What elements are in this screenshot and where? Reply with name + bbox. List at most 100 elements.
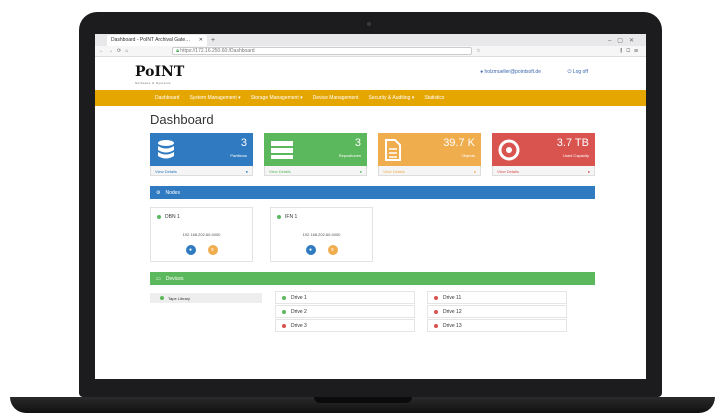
view-details-link[interactable]: View Details ● — [264, 166, 367, 176]
webcam — [367, 22, 371, 26]
forward-icon[interactable]: → — [108, 48, 113, 54]
back-icon[interactable]: ← — [99, 48, 104, 54]
drive-item[interactable]: Drive 1 — [275, 291, 415, 304]
node-name: IFN 1 — [277, 214, 297, 220]
node-actions: ● ≡ — [271, 245, 372, 255]
user-icon: ● — [480, 69, 484, 75]
status-online-icon — [282, 295, 286, 300]
status-offline-icon — [434, 309, 438, 314]
arrow-circle-icon: ● — [587, 169, 590, 174]
gear-icon: ⚙ — [156, 189, 161, 196]
card-label: Used Capacity — [562, 153, 589, 158]
card-value: 39.7 K — [443, 137, 475, 149]
status-online-icon — [157, 215, 161, 219]
drive-label: Drive 12 — [443, 308, 462, 315]
node-list-button[interactable]: ≡ — [327, 245, 338, 255]
drive-item[interactable]: Drive 12 — [427, 305, 567, 318]
card-value: 3 — [354, 137, 361, 149]
drive-item[interactable]: Drive 3 — [275, 319, 415, 332]
devices-body: Tape Library Drive 1 Drive 2 Drive 3 Dri… — [150, 291, 595, 333]
panel-title: Nodes — [165, 189, 180, 196]
database-icon — [158, 139, 174, 158]
card-label: Repositories — [338, 153, 361, 158]
close-icon[interactable]: ✕ — [199, 37, 203, 44]
node-actions: ● ≡ — [151, 245, 252, 255]
logout-icon: ⏻ — [567, 69, 572, 75]
main-nav: Dashboard System Management ▾ Storage Ma… — [95, 90, 646, 106]
node-info-button[interactable]: ● — [305, 245, 316, 255]
status-offline-icon — [434, 323, 438, 328]
target-icon — [498, 139, 520, 160]
main-content: Dashboard 3 Partitions View Details ● 3 R… — [95, 106, 646, 333]
browser-window: Dashboard - PoINT Archival Gate… ✕ + –▢✕… — [95, 34, 646, 379]
card-value: 3.7 TB — [556, 137, 589, 149]
laptop-notch — [314, 397, 412, 403]
view-details-link[interactable]: View Details ● — [150, 166, 253, 176]
logo[interactable]: PoINT Software & Systems — [135, 63, 184, 85]
drive-item[interactable]: Drive 11 — [427, 291, 567, 304]
page-title: Dashboard — [150, 112, 214, 127]
status-online-icon — [277, 215, 281, 219]
card-objects: 39.7 K Objects View Details ● — [378, 133, 481, 176]
hdd-icon: ▭ — [156, 275, 161, 282]
node-list-button[interactable]: ≡ — [207, 245, 218, 255]
node-label: DBN 1 — [165, 214, 180, 220]
arrow-circle-icon: ● — [245, 169, 248, 174]
view-details-link[interactable]: View Details ● — [492, 166, 595, 176]
link-label: View Details — [497, 169, 519, 174]
nav-item-device-management[interactable]: Device Management — [313, 95, 359, 101]
bookmark-icon[interactable]: ☆ — [476, 48, 480, 54]
document-icon — [385, 138, 401, 161]
drive-column: Drive 1 Drive 2 Drive 3 — [275, 291, 415, 333]
status-online-icon — [160, 296, 164, 300]
node-ip: 192.168.202.60:4000 — [302, 232, 341, 237]
arrow-circle-icon: ● — [473, 169, 476, 174]
drive-column: Drive 11 Drive 12 Drive 13 — [427, 291, 567, 333]
nav-item-dashboard[interactable]: Dashboard — [155, 95, 179, 101]
tab-bar: Dashboard - PoINT Archival Gate… ✕ + –▢✕ — [95, 34, 646, 46]
toolbar-icons[interactable]: ⫼▢☰ — [620, 48, 642, 54]
new-tab-icon[interactable]: + — [211, 36, 215, 46]
card-label: Partitions — [230, 153, 247, 158]
arrow-circle-icon: ● — [359, 169, 362, 174]
status-offline-icon — [282, 323, 286, 328]
card-top: 3 Repositories — [264, 133, 367, 166]
node-ip: 192.168.202.60:4000 — [182, 232, 221, 237]
browser-tab[interactable]: Dashboard - PoINT Archival Gate… ✕ — [107, 35, 207, 46]
nodes-list: DBN 1 192.168.202.60:4000 ● ≡ IFN 1 192.… — [150, 199, 646, 262]
logout-link[interactable]: ⏻ Log off — [567, 69, 588, 75]
nav-item-security-auditing[interactable]: Security & Auditing ▾ — [368, 95, 414, 101]
node-name: DBN 1 — [157, 214, 180, 220]
node-card: IFN 1 192.168.202.60:4000 ● ≡ — [270, 207, 373, 262]
user-menu[interactable]: ● holzmueller@pointsoft.de — [480, 69, 541, 75]
nav-item-system-management[interactable]: System Management ▾ — [189, 95, 240, 101]
reload-icon[interactable]: ⟳ — [117, 48, 121, 54]
status-online-icon — [282, 309, 286, 314]
drive-item[interactable]: Drive 2 — [275, 305, 415, 318]
logo-tagline: Software & Systems — [135, 80, 172, 85]
tab-tape-library[interactable]: Tape Library — [150, 293, 262, 303]
view-details-link[interactable]: View Details ● — [378, 166, 481, 176]
devices-panel-header: ▭ Devices — [150, 272, 595, 285]
nav-item-storage-management[interactable]: Storage Management ▾ — [251, 95, 303, 101]
card-top: 3.7 TB Used Capacity — [492, 133, 595, 166]
card-used-capacity: 3.7 TB Used Capacity View Details ● — [492, 133, 595, 176]
logout-label: Log off — [572, 69, 588, 75]
card-top: 39.7 K Objects — [378, 133, 481, 166]
logo-text: PoINT — [135, 63, 185, 80]
nav-item-statistics[interactable]: Statistics — [424, 95, 444, 101]
home-icon[interactable]: ⌂ — [125, 48, 128, 54]
summary-cards: 3 Partitions View Details ● 3 Repositorie… — [150, 133, 646, 176]
drive-item[interactable]: Drive 13 — [427, 319, 567, 332]
status-offline-icon — [434, 295, 438, 300]
nodes-panel-header: ⚙ Nodes — [150, 186, 595, 199]
card-value: 3 — [240, 137, 247, 149]
link-label: View Details — [269, 169, 291, 174]
tab-label: Tape Library — [168, 295, 191, 301]
card-top: 3 Partitions — [150, 133, 253, 166]
server-icon — [271, 140, 293, 159]
node-info-button[interactable]: ● — [185, 245, 196, 255]
url-input[interactable]: 🔒︎ https://172.16.250.60:/Dashboard — [172, 47, 473, 55]
drive-label: Drive 13 — [443, 322, 462, 329]
window-controls[interactable]: –▢✕ — [608, 36, 646, 46]
